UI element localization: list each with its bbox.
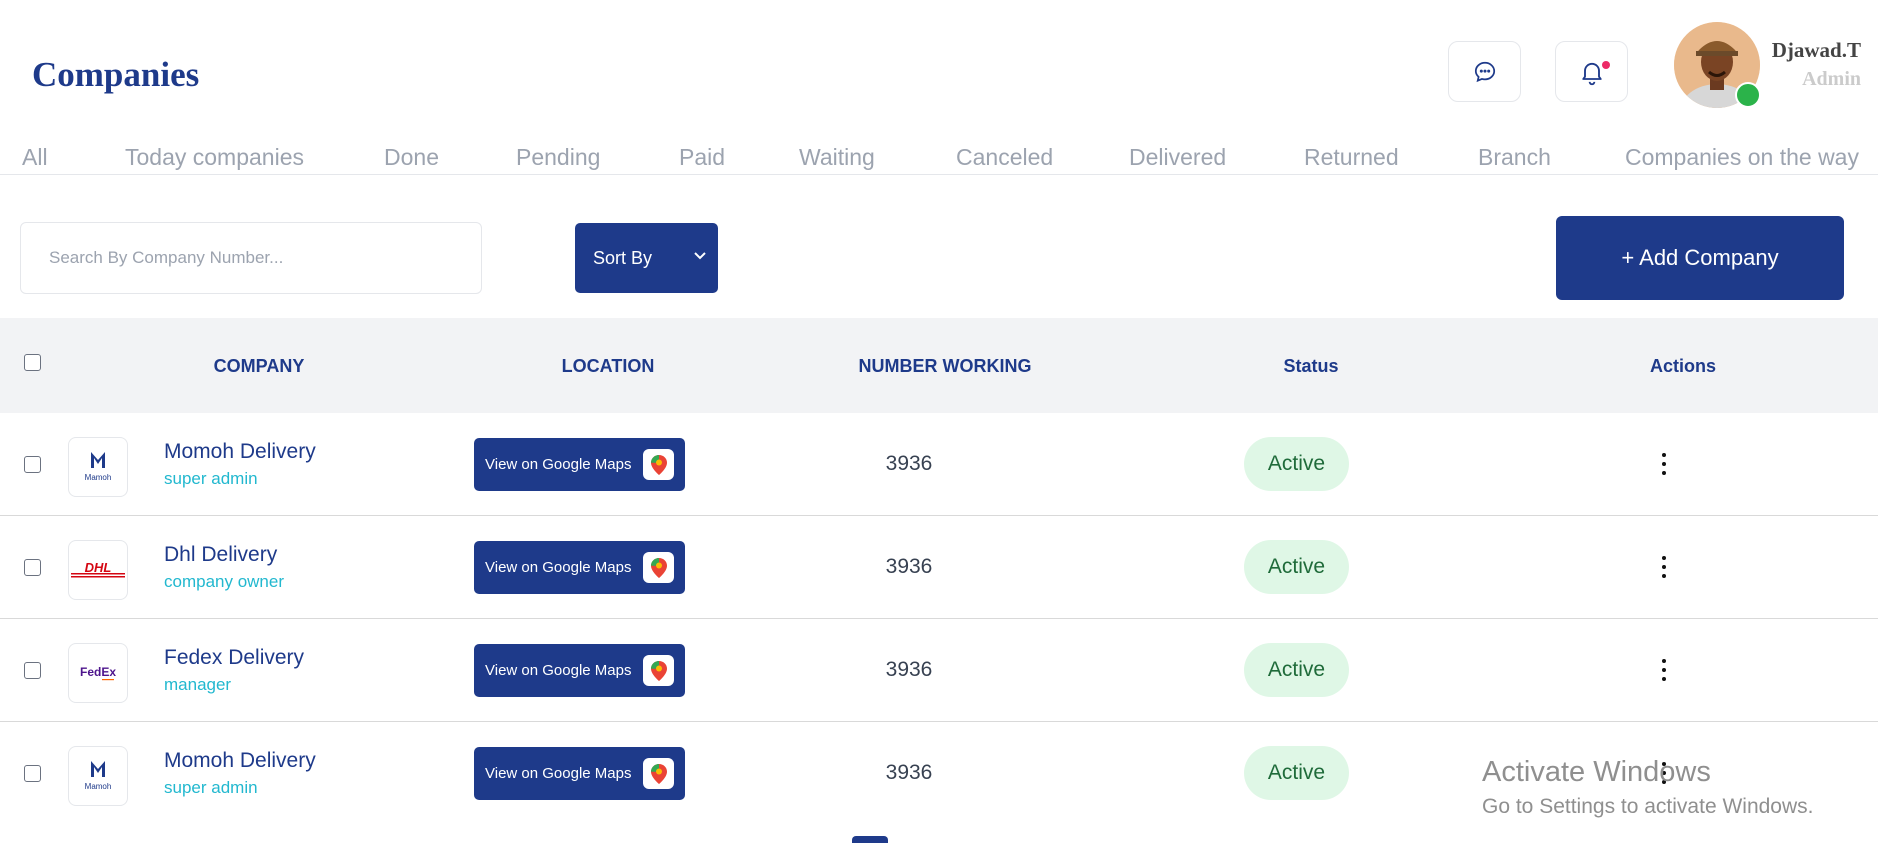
column-status: Status: [1283, 356, 1339, 376]
chevron-down-icon: [694, 252, 706, 260]
company-name: Fedex Delivery: [164, 646, 305, 669]
status-badge: Active: [1244, 540, 1349, 594]
tab-all[interactable]: All: [22, 144, 48, 171]
company-role: company owner: [164, 572, 285, 591]
row-checkbox[interactable]: [24, 662, 41, 679]
sort-dropdown[interactable]: Sort By: [575, 223, 718, 293]
more-actions-icon[interactable]: [1658, 453, 1670, 475]
status-badge: Active: [1244, 643, 1349, 697]
logo-text: FedEx: [80, 665, 116, 679]
online-status-indicator: [1735, 82, 1761, 108]
map-pin-icon: [643, 758, 674, 789]
table-row: DHL Dhl Delivery company owner View on G…: [0, 516, 1878, 619]
tab-canceled[interactable]: Canceled: [956, 144, 1053, 171]
tab-today-companies[interactable]: Today companies: [125, 144, 304, 171]
page-title: Companies: [32, 55, 200, 94]
tab-companies-on-the-way[interactable]: Companies on the way: [1625, 144, 1859, 171]
row-checkbox[interactable]: [24, 765, 41, 782]
maps-button-label: View on Google Maps: [485, 559, 632, 576]
logo-text: Mamoh: [85, 473, 112, 482]
table-header: COMPANY LOCATION NUMBER WORKING Status A…: [0, 318, 1878, 413]
number-working: 3936: [885, 452, 933, 475]
tab-branch[interactable]: Branch: [1478, 144, 1551, 171]
view-on-google-maps-button[interactable]: View on Google Maps: [474, 644, 685, 697]
row-checkbox[interactable]: [24, 456, 41, 473]
view-on-google-maps-button[interactable]: View on Google Maps: [474, 541, 685, 594]
watermark-title: Activate Windows: [1482, 756, 1711, 788]
number-working: 3936: [885, 555, 933, 578]
column-company: COMPANY: [213, 356, 305, 376]
column-location: LOCATION: [561, 356, 655, 376]
user-role: Admin: [1802, 68, 1861, 90]
add-company-button[interactable]: + Add Company: [1556, 216, 1844, 300]
pagination-indicator[interactable]: [852, 836, 888, 843]
map-pin-icon: [643, 449, 674, 480]
view-on-google-maps-button[interactable]: View on Google Maps: [474, 438, 685, 491]
view-on-google-maps-button[interactable]: View on Google Maps: [474, 747, 685, 800]
row-checkbox[interactable]: [24, 559, 41, 576]
chat-bubble-icon: [1474, 61, 1495, 82]
tab-paid[interactable]: Paid: [679, 144, 725, 171]
select-all-checkbox[interactable]: [24, 354, 41, 371]
column-number-working: NUMBER WORKING: [858, 356, 1032, 376]
tab-done[interactable]: Done: [384, 144, 439, 171]
chat-button[interactable]: [1448, 41, 1521, 102]
map-pin-icon: [643, 655, 674, 686]
table-row: FedEx Fedex Delivery manager View on Goo…: [0, 619, 1878, 722]
number-working: 3936: [885, 658, 933, 681]
status-badge: Active: [1244, 746, 1349, 800]
company-name: Momoh Delivery: [164, 440, 316, 463]
status-badge: Active: [1244, 437, 1349, 491]
company-logo: Mamoh: [68, 437, 128, 497]
maps-button-label: View on Google Maps: [485, 765, 632, 782]
company-logo: FedEx: [68, 643, 128, 703]
logo-text: DHL: [85, 560, 112, 575]
more-actions-icon[interactable]: [1658, 659, 1670, 681]
table-row: Mamoh Momoh Delivery super admin View on…: [0, 413, 1878, 516]
company-role: super admin: [164, 469, 258, 488]
notification-dot: [1602, 61, 1610, 69]
tab-delivered[interactable]: Delivered: [1129, 144, 1226, 171]
company-name: Dhl Delivery: [164, 543, 278, 566]
bell-icon: [1581, 62, 1602, 85]
company-logo: Mamoh: [68, 746, 128, 806]
number-working: 3936: [885, 761, 933, 784]
user-name: Djawad.T: [1771, 38, 1861, 62]
logo-text: Mamoh: [85, 782, 112, 791]
tab-returned[interactable]: Returned: [1304, 144, 1399, 171]
sort-label: Sort By: [593, 247, 653, 268]
column-actions: Actions: [1649, 356, 1717, 376]
tab-pending[interactable]: Pending: [516, 144, 600, 171]
status-tabs: All Today companies Done Pending Paid Wa…: [0, 138, 1878, 175]
company-role: super admin: [164, 778, 258, 797]
more-actions-icon[interactable]: [1658, 556, 1670, 578]
company-name: Momoh Delivery: [164, 749, 316, 772]
maps-button-label: View on Google Maps: [485, 456, 632, 473]
company-logo: DHL: [68, 540, 128, 600]
watermark-subtitle: Go to Settings to activate Windows.: [1482, 795, 1814, 818]
company-role: manager: [164, 675, 232, 694]
notifications-button[interactable]: [1555, 41, 1628, 102]
search-input[interactable]: [20, 222, 482, 294]
map-pin-icon: [643, 552, 674, 583]
activate-windows-watermark: Activate Windows Go to Settings to activ…: [1482, 756, 1814, 819]
tab-waiting[interactable]: Waiting: [799, 144, 875, 171]
maps-button-label: View on Google Maps: [485, 662, 632, 679]
